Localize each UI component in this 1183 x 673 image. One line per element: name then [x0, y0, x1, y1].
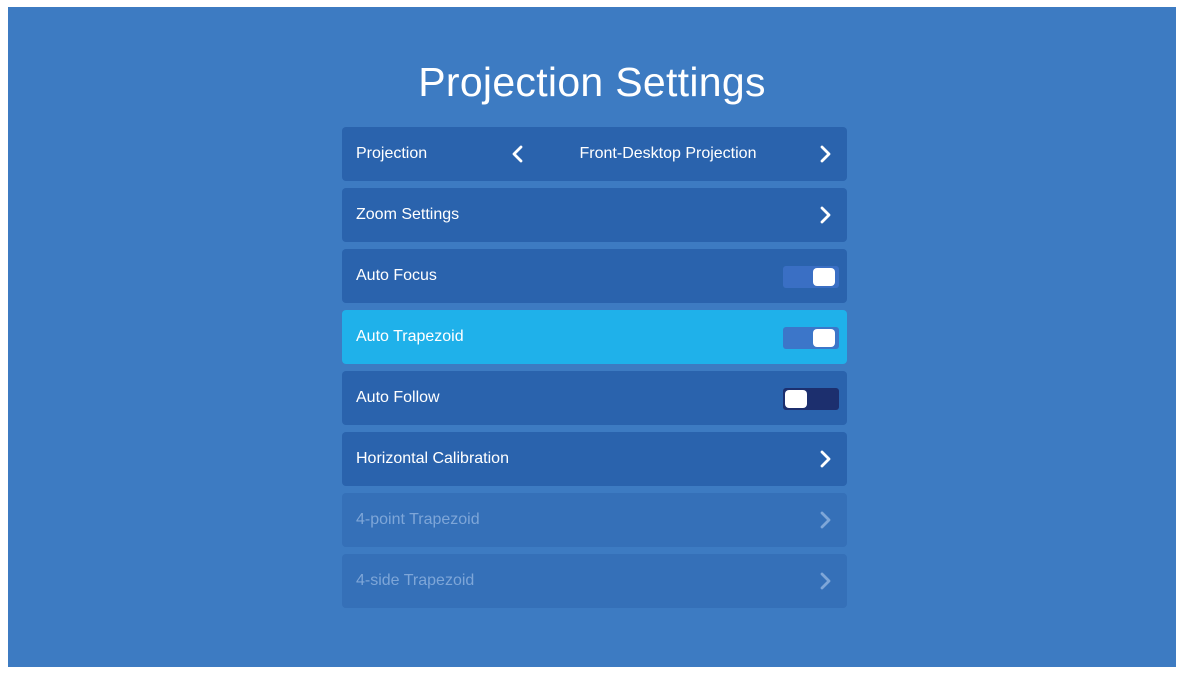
menu-item-horizontal-calibration[interactable]: Horizontal Calibration: [342, 432, 847, 486]
menu-item-label: 4-point Trapezoid: [356, 511, 480, 528]
menu-item-4-point-trapezoid: 4-point Trapezoid: [342, 493, 847, 547]
auto-focus-toggle[interactable]: [783, 266, 839, 288]
chevron-left-icon[interactable]: [508, 144, 528, 164]
page-title: Projection Settings: [418, 59, 766, 105]
menu-item-label: Zoom Settings: [356, 206, 460, 223]
chevron-right-icon: [815, 205, 835, 225]
menu-item-label: Auto Follow: [356, 389, 440, 406]
menu-item-projection[interactable]: Projection Front-Desktop Projection: [342, 127, 847, 181]
toggle-knob: [813, 268, 835, 286]
toggle-knob: [785, 390, 807, 408]
menu-item-4-side-trapezoid: 4-side Trapezoid: [342, 554, 847, 608]
settings-menu: Projection Front-Desktop Projection Zoom…: [342, 127, 847, 615]
menu-item-label: 4-side Trapezoid: [356, 572, 475, 589]
menu-item-label: Auto Trapezoid: [356, 328, 464, 345]
auto-follow-toggle[interactable]: [783, 388, 839, 410]
menu-item-label: Horizontal Calibration: [356, 450, 509, 467]
menu-item-label: Auto Focus: [356, 267, 437, 284]
projection-value: Front-Desktop Projection: [579, 145, 757, 162]
chevron-right-icon: [815, 510, 835, 530]
toggle-knob: [813, 329, 835, 347]
menu-item-auto-focus[interactable]: Auto Focus: [342, 249, 847, 303]
auto-trapezoid-toggle[interactable]: [783, 327, 839, 349]
projection-settings-screen: Projection Settings Projection Front-Des…: [8, 7, 1176, 667]
chevron-right-icon: [815, 571, 835, 591]
menu-item-label: Projection: [356, 145, 428, 162]
chevron-right-icon: [815, 449, 835, 469]
menu-item-auto-trapezoid[interactable]: Auto Trapezoid: [342, 310, 847, 364]
menu-item-zoom-settings[interactable]: Zoom Settings: [342, 188, 847, 242]
menu-item-auto-follow[interactable]: Auto Follow: [342, 371, 847, 425]
chevron-right-icon[interactable]: [815, 144, 835, 164]
